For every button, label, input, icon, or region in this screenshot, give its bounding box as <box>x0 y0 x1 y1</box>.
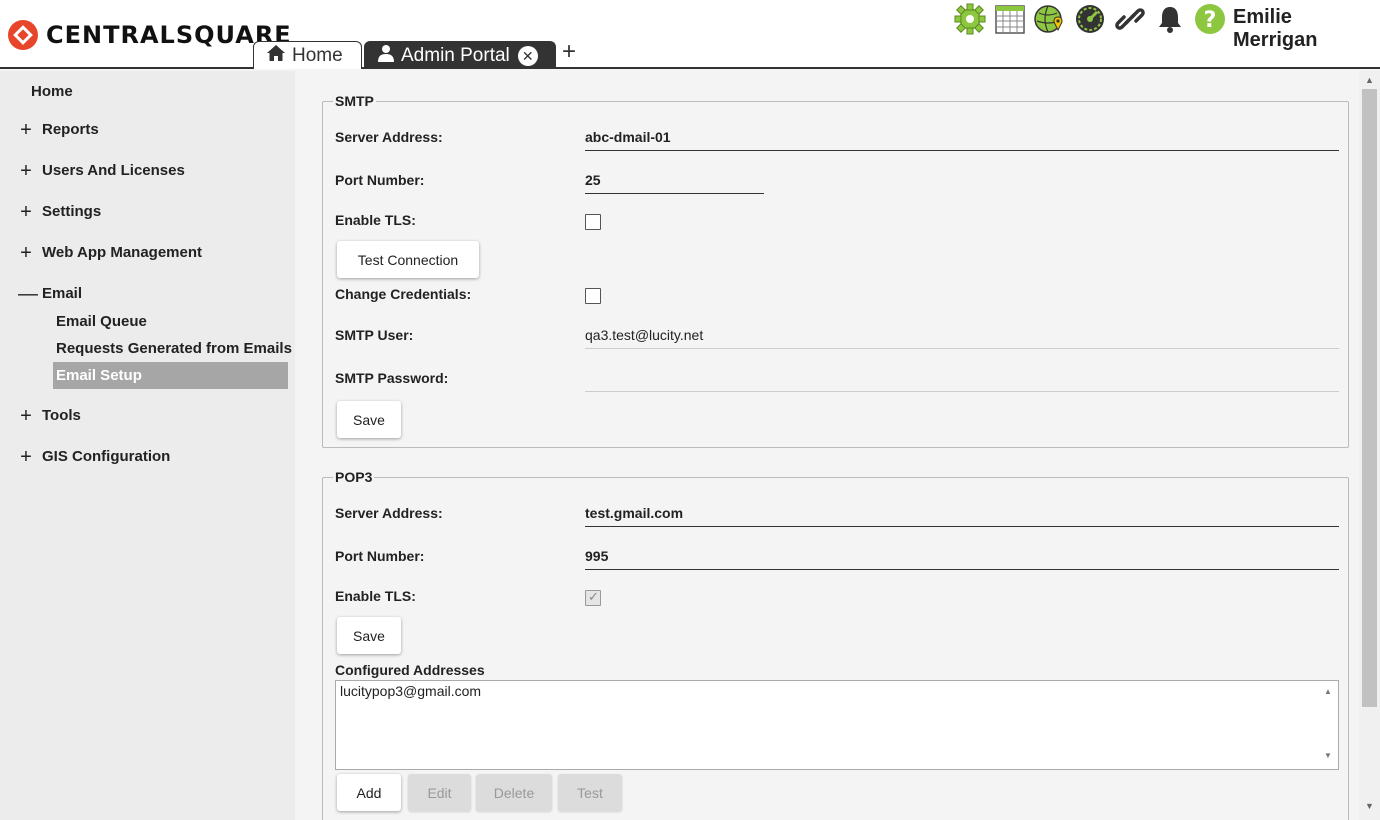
pop3-save-button[interactable]: Save <box>337 617 401 654</box>
close-tab-icon[interactable]: ✕ <box>517 45 538 66</box>
scroll-up-icon[interactable]: ▲ <box>1365 75 1374 85</box>
configured-addresses-list[interactable]: lucitypop3@gmail.com ▲ ▼ <box>335 680 1339 770</box>
scroll-down-icon[interactable]: ▼ <box>1365 801 1374 811</box>
sidebar-item-label: Email <box>42 285 83 302</box>
app-header: CENTRALSQUARE Home Admin Portal ✕ + ? Em… <box>0 0 1380 69</box>
dashboard-icon[interactable] <box>1073 2 1107 36</box>
smtp-legend: SMTP <box>335 93 374 109</box>
brand-logo[interactable]: CENTRALSQUARE <box>8 20 292 50</box>
page-scrollbar[interactable]: ▲ ▼ <box>1359 71 1380 820</box>
smtp-section: SMTP Server Address: abc-dmail-01 Port N… <box>322 93 1349 448</box>
smtp-password-label: SMTP Password: <box>335 370 449 386</box>
sidebar-item-label: Reports <box>42 121 99 138</box>
sidebar-item-label: Tools <box>42 407 81 424</box>
pop3-section: POP3 Server Address: test.gmail.com Port… <box>322 469 1349 820</box>
smtp-server-address-field[interactable]: abc-dmail-01 <box>585 123 1339 151</box>
expand-icon: + <box>20 200 32 223</box>
smtp-password-field[interactable] <box>585 364 1339 392</box>
pop3-port-label: Port Number: <box>335 548 425 564</box>
smtp-port-label: Port Number: <box>335 172 425 188</box>
user-icon <box>377 44 395 67</box>
sidebar-item-home[interactable]: Home <box>31 83 73 100</box>
sidebar-item-requests-from-emails[interactable]: Requests Generated from Emails <box>56 340 292 357</box>
main-content: SMTP Server Address: abc-dmail-01 Port N… <box>295 71 1359 820</box>
pop3-server-address-field[interactable]: test.gmail.com <box>585 499 1339 527</box>
expand-icon: + <box>20 445 32 468</box>
link-icon[interactable] <box>1113 2 1147 36</box>
sidebar: Home + Reports + Users And Licenses + Se… <box>0 71 295 820</box>
test-connection-button[interactable]: Test Connection <box>337 241 479 278</box>
smtp-save-button[interactable]: Save <box>337 401 401 438</box>
calendar-icon[interactable] <box>993 2 1027 36</box>
list-item[interactable]: lucitypop3@gmail.com <box>340 683 1334 699</box>
sidebar-item-label: Users And Licenses <box>42 162 185 179</box>
sidebar-item-label: GIS Configuration <box>42 448 171 465</box>
delete-address-button[interactable]: Delete <box>476 774 552 811</box>
toolbar: ? <box>953 2 1233 36</box>
configured-addresses-label: Configured Addresses <box>335 662 485 678</box>
user-name[interactable]: Emilie Merrigan <box>1233 6 1380 52</box>
change-credentials-checkbox[interactable] <box>585 288 601 304</box>
tab-home-label: Home <box>292 44 343 66</box>
tab-home[interactable]: Home <box>253 41 362 69</box>
pop3-legend: POP3 <box>335 469 373 485</box>
help-icon[interactable]: ? <box>1193 2 1227 36</box>
home-icon <box>266 44 286 67</box>
test-address-button[interactable]: Test <box>558 774 622 811</box>
brand-logo-icon <box>8 20 38 50</box>
smtp-port-field[interactable]: 25 <box>585 166 764 194</box>
scrollbar-thumb[interactable] <box>1362 89 1377 707</box>
expand-icon: + <box>20 404 32 427</box>
list-scrollbar[interactable]: ▲ ▼ <box>1318 681 1338 769</box>
tab-admin-portal-label: Admin Portal <box>401 44 510 66</box>
sidebar-item-reports[interactable]: + Reports <box>18 118 99 141</box>
smtp-tls-label: Enable TLS: <box>335 212 416 228</box>
smtp-user-label: SMTP User: <box>335 327 414 343</box>
svg-text:?: ? <box>1204 8 1217 33</box>
add-tab-button[interactable]: + <box>562 40 576 64</box>
scroll-up-icon[interactable]: ▲ <box>1324 687 1332 696</box>
expand-icon: + <box>20 241 32 264</box>
smtp-tls-checkbox[interactable] <box>585 214 601 230</box>
pop3-port-field[interactable]: 995 <box>585 542 1339 570</box>
sidebar-item-settings[interactable]: + Settings <box>18 200 102 223</box>
map-pin-icon[interactable] <box>1033 2 1067 36</box>
pop3-tls-label: Enable TLS: <box>335 588 416 604</box>
pop3-server-address-label: Server Address: <box>335 505 443 521</box>
add-address-button[interactable]: Add <box>337 774 401 811</box>
change-credentials-label: Change Credentials: <box>335 286 472 302</box>
tab-bar: Home Admin Portal ✕ + <box>253 40 576 69</box>
collapse-icon: — <box>18 282 38 305</box>
sidebar-item-email-queue[interactable]: Email Queue <box>56 313 147 330</box>
sidebar-item-web-app-management[interactable]: + Web App Management <box>18 241 203 264</box>
sidebar-item-label: Settings <box>42 203 102 220</box>
sidebar-item-email-setup[interactable]: Email Setup <box>53 362 288 389</box>
scroll-down-icon[interactable]: ▼ <box>1324 751 1332 760</box>
sidebar-item-gis-configuration[interactable]: + GIS Configuration <box>18 445 171 468</box>
smtp-server-address-label: Server Address: <box>335 129 443 145</box>
edit-address-button[interactable]: Edit <box>408 774 471 811</box>
sidebar-item-label: Web App Management <box>42 244 203 261</box>
expand-icon: + <box>20 159 32 182</box>
sidebar-item-email[interactable]: — Email <box>18 282 83 305</box>
smtp-user-field[interactable]: qa3.test@lucity.net <box>585 321 1339 349</box>
gear-icon[interactable] <box>953 2 987 36</box>
pop3-tls-checkbox[interactable] <box>585 589 601 606</box>
sidebar-item-tools[interactable]: + Tools <box>18 404 81 427</box>
expand-icon: + <box>20 118 32 141</box>
tab-admin-portal[interactable]: Admin Portal ✕ <box>364 41 556 69</box>
sidebar-item-users-and-licenses[interactable]: + Users And Licenses <box>18 159 185 182</box>
bell-icon[interactable] <box>1153 2 1187 36</box>
